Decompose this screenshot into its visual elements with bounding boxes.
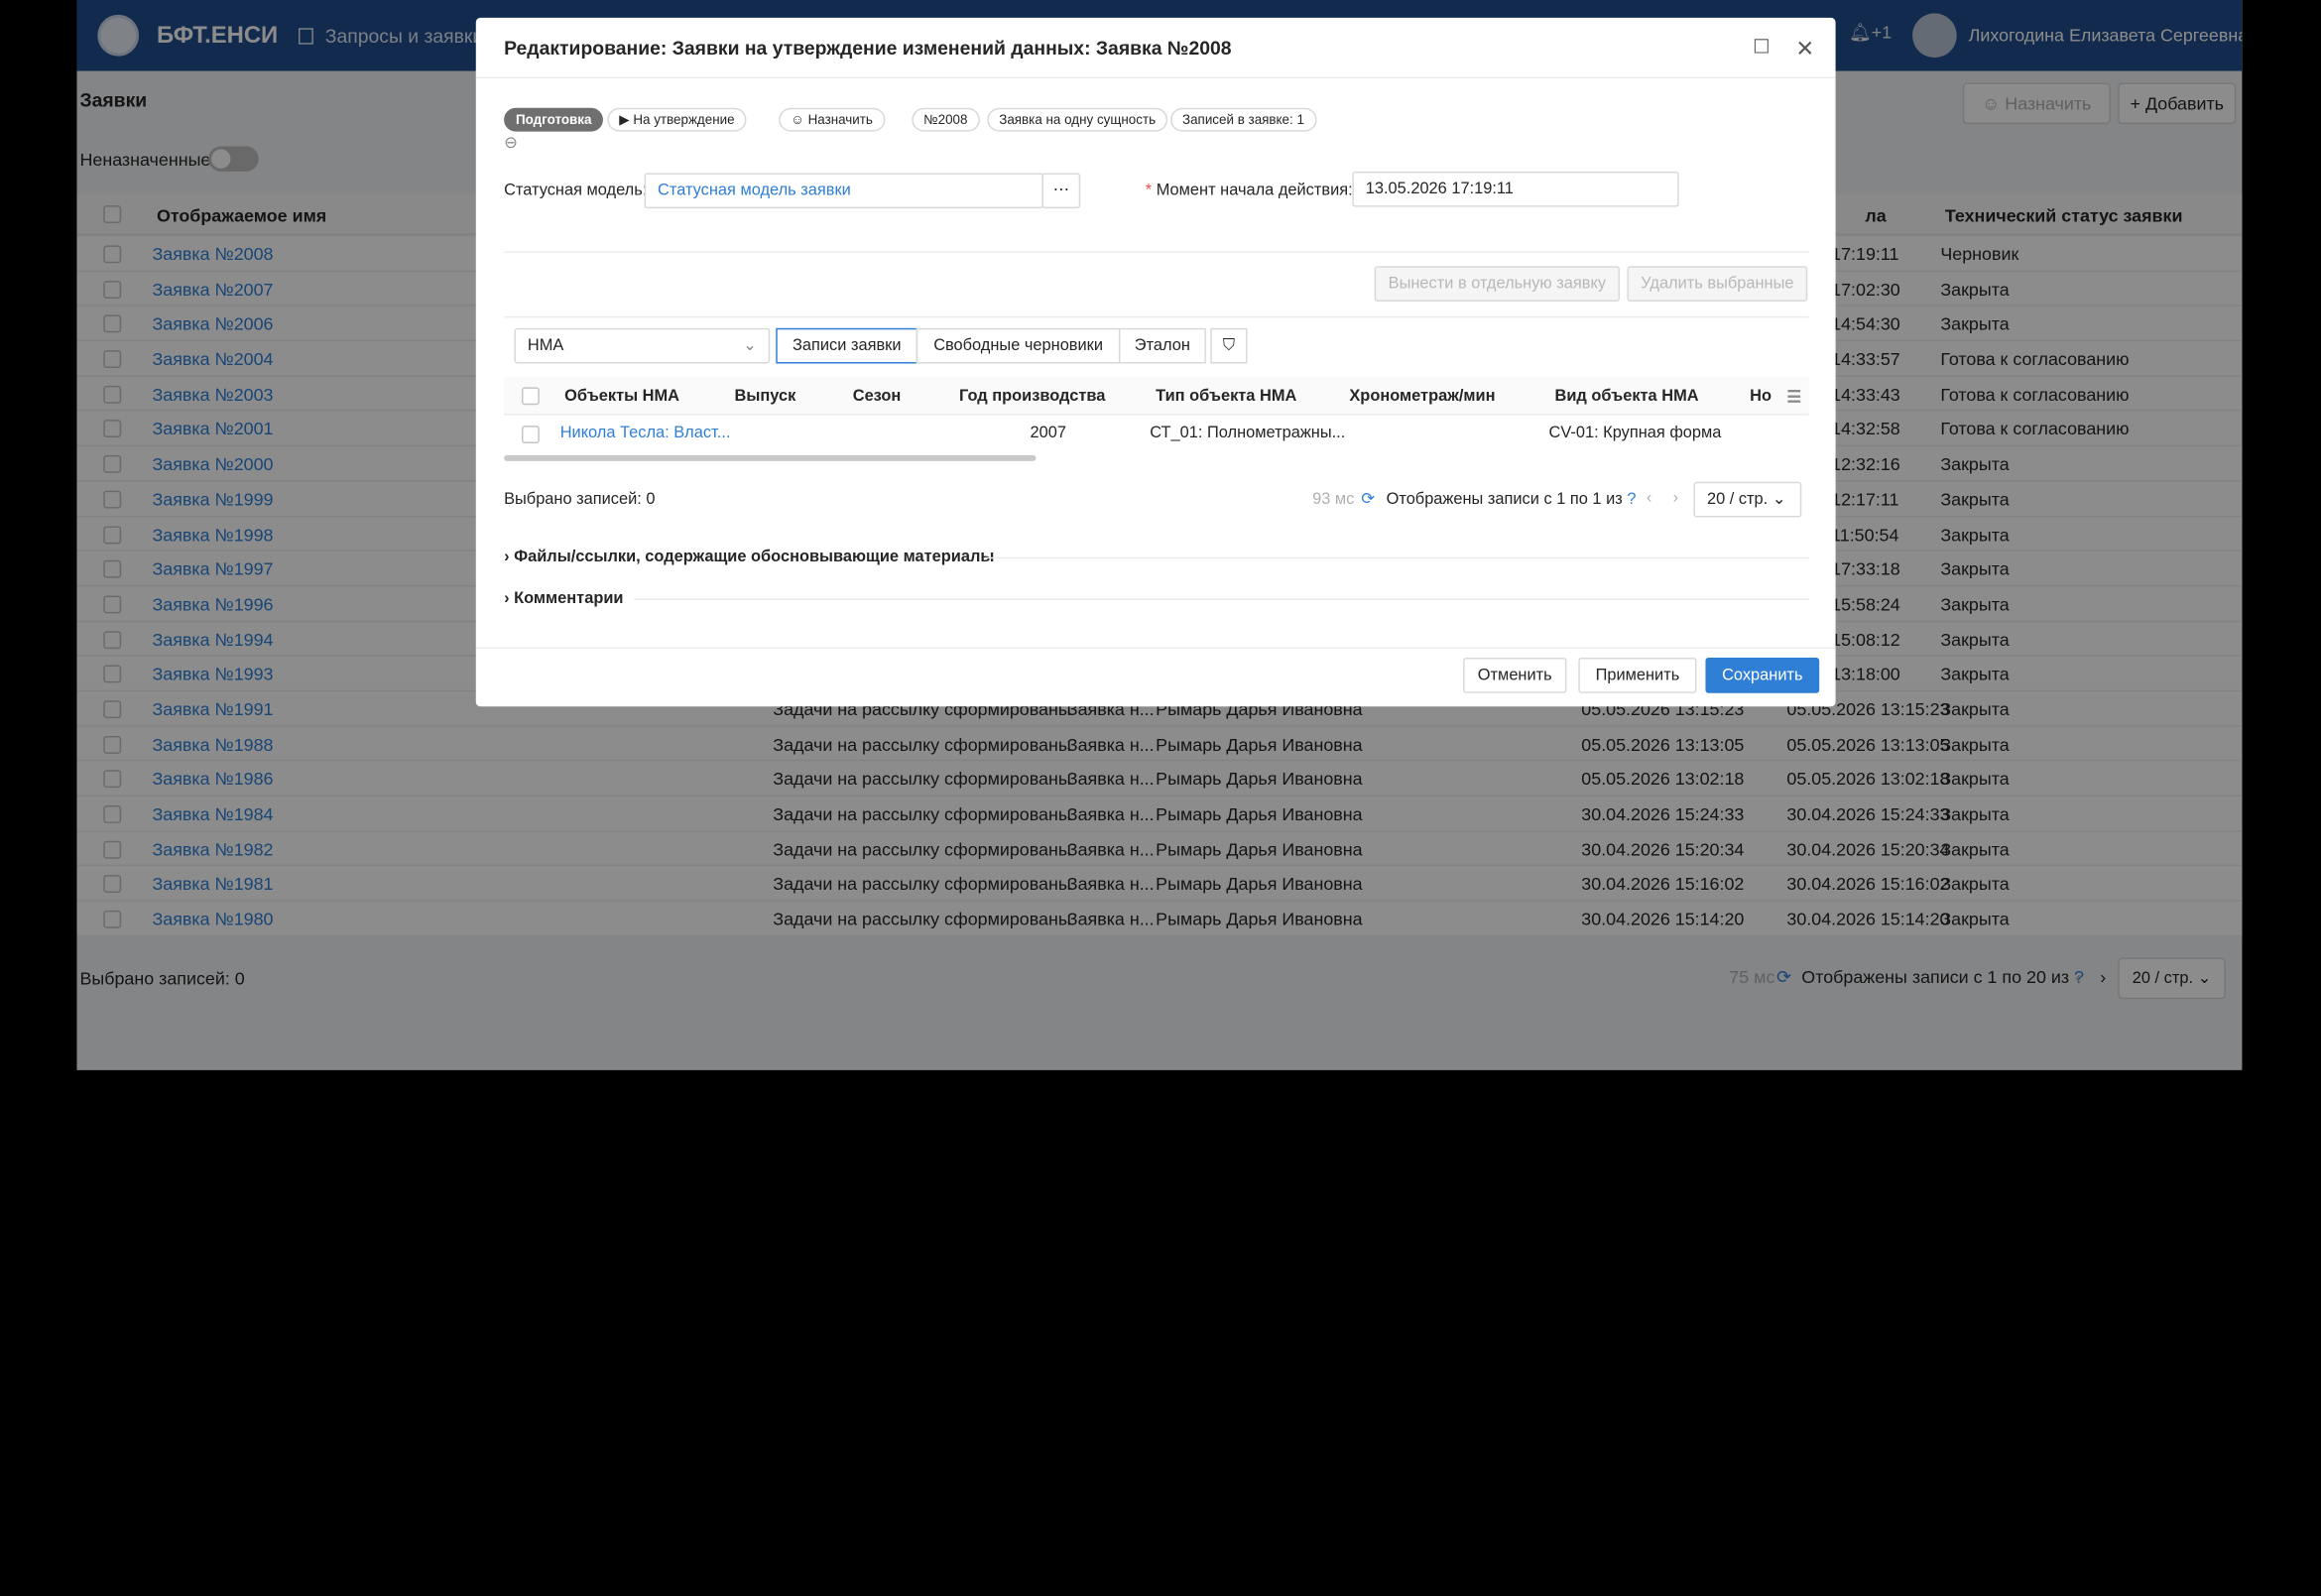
inner-page-size-value: 20 / стр. bbox=[1706, 490, 1769, 509]
divider bbox=[634, 598, 1809, 600]
cancel-button[interactable]: Отменить bbox=[1463, 658, 1567, 693]
modal-header-divider bbox=[475, 76, 1836, 78]
comments-section[interactable]: › Комментарии bbox=[504, 590, 623, 608]
divider bbox=[504, 251, 1809, 253]
filter-button[interactable]: ⛉ bbox=[1210, 327, 1248, 364]
cell-kind: CV-01: Крупная форма bbox=[1548, 424, 1722, 442]
user-icon: ☺ bbox=[791, 112, 808, 128]
apply-button[interactable]: Применить bbox=[1578, 658, 1697, 693]
split-request-button[interactable]: Вынести в отдельную заявку bbox=[1374, 266, 1621, 302]
inner-timing: 93 мс bbox=[1312, 490, 1355, 509]
col-type[interactable]: Тип объекта НМА bbox=[1156, 387, 1296, 405]
divider bbox=[985, 556, 1809, 559]
kind-tag: Заявка на одну сущность bbox=[987, 107, 1168, 132]
col-kind[interactable]: Вид объекта НМА bbox=[1554, 387, 1698, 405]
approve-button[interactable]: ▶ На утверждение bbox=[607, 107, 747, 132]
files-section-title: Файлы/ссылки, содержащие обосновывающие … bbox=[514, 548, 995, 566]
col-objects[interactable]: Объекты НМА bbox=[564, 387, 679, 405]
inner-prev-page-icon[interactable]: ‹ bbox=[1647, 489, 1651, 507]
maximize-icon[interactable]: ☐ bbox=[1753, 36, 1770, 60]
comments-section-title: Комментарии bbox=[514, 589, 624, 608]
count-tag: Записей в заявке: 1 bbox=[1170, 107, 1316, 132]
inner-records-shown-text: Отображены записи с 1 по 1 из bbox=[1386, 490, 1623, 509]
status-model-field[interactable]: Статусная модель заявки bbox=[644, 173, 1043, 209]
start-datetime-field[interactable]: 13.05.2026 17:19:11 bbox=[1352, 171, 1679, 207]
entity-select-value: НМА bbox=[527, 336, 564, 355]
start-label: * Момент начала действия: bbox=[1145, 182, 1353, 200]
tab-reference[interactable]: Эталон bbox=[1118, 327, 1206, 364]
col-duration[interactable]: Хронометраж/мин bbox=[1349, 387, 1495, 405]
col-extra[interactable]: Но bbox=[1750, 387, 1771, 405]
assign-tag-label: Назначить bbox=[807, 112, 873, 128]
col-release[interactable]: Выпуск bbox=[735, 387, 796, 405]
columns-settings-icon[interactable]: ☰ bbox=[1786, 387, 1801, 407]
tab-request-records[interactable]: Записи заявки bbox=[776, 327, 918, 364]
inner-next-page-icon[interactable]: › bbox=[1673, 489, 1678, 507]
mouse-cursor: ▲ bbox=[1503, 139, 1524, 163]
chevron-right-icon: › bbox=[504, 548, 510, 566]
inner-page-size-select[interactable]: 20 / стр. ⌄ bbox=[1693, 481, 1802, 518]
inner-table-row[interactable]: Никола Тесла: Власт... 2007 СТ_01: Полно… bbox=[504, 417, 1809, 452]
inner-selected-count: Выбрано записей: 0 bbox=[504, 490, 656, 509]
stage-tag: Подготовка bbox=[504, 107, 604, 132]
col-year[interactable]: Год производства bbox=[959, 387, 1105, 405]
divider bbox=[504, 315, 1809, 318]
col-season[interactable]: Сезон bbox=[853, 387, 902, 405]
modal-footer-divider bbox=[475, 647, 1836, 650]
more-icon[interactable]: ⋯ bbox=[1041, 173, 1081, 209]
cell-year: 2007 bbox=[1030, 424, 1067, 442]
approve-label: На утверждение bbox=[633, 112, 735, 128]
inner-table-header: Объекты НМА Выпуск Сезон Год производств… bbox=[504, 376, 1809, 416]
close-icon[interactable]: ✕ bbox=[1795, 36, 1814, 61]
tab-free-drafts[interactable]: Свободные черновики bbox=[916, 327, 1121, 364]
chevron-down-icon: ⌄ bbox=[743, 336, 757, 355]
cell-object[interactable]: Никола Тесла: Власт... bbox=[560, 425, 731, 442]
start-label-text: Момент начала действия: bbox=[1156, 182, 1353, 200]
files-section[interactable]: › Файлы/ссылки, содержащие обосновывающи… bbox=[504, 549, 994, 566]
filter-icon: ⛉ bbox=[1222, 336, 1236, 355]
expand-circle-icon[interactable]: ⊖ bbox=[504, 133, 518, 153]
modal-title: Редактирование: Заявки на утверждение из… bbox=[504, 37, 1232, 60]
number-tag: №2008 bbox=[912, 107, 980, 132]
assign-tag-button[interactable]: ☺ Назначить bbox=[779, 107, 885, 132]
inner-records-shown: Отображены записи с 1 по 1 из ? bbox=[1387, 491, 1637, 509]
inner-select-all-checkbox[interactable] bbox=[521, 387, 540, 406]
play-icon: ▶ bbox=[619, 112, 634, 128]
save-button[interactable]: Сохранить bbox=[1705, 658, 1820, 693]
inner-total-question[interactable]: ? bbox=[1627, 491, 1636, 509]
cell-type: СТ_01: Полнометражны... bbox=[1150, 424, 1346, 442]
chevron-right-icon: › bbox=[504, 589, 510, 608]
inner-refresh-icon[interactable]: ⟳ bbox=[1361, 489, 1375, 509]
horizontal-scrollbar[interactable] bbox=[504, 454, 1037, 461]
row-checkbox[interactable] bbox=[521, 426, 540, 443]
entity-select[interactable]: НМА ⌄ bbox=[514, 327, 771, 364]
edit-request-modal: Редактирование: Заявки на утверждение из… bbox=[475, 17, 1836, 707]
status-model-label: Статусная модель: bbox=[504, 182, 648, 200]
delete-selected-button[interactable]: Удалить выбранные bbox=[1627, 266, 1808, 302]
